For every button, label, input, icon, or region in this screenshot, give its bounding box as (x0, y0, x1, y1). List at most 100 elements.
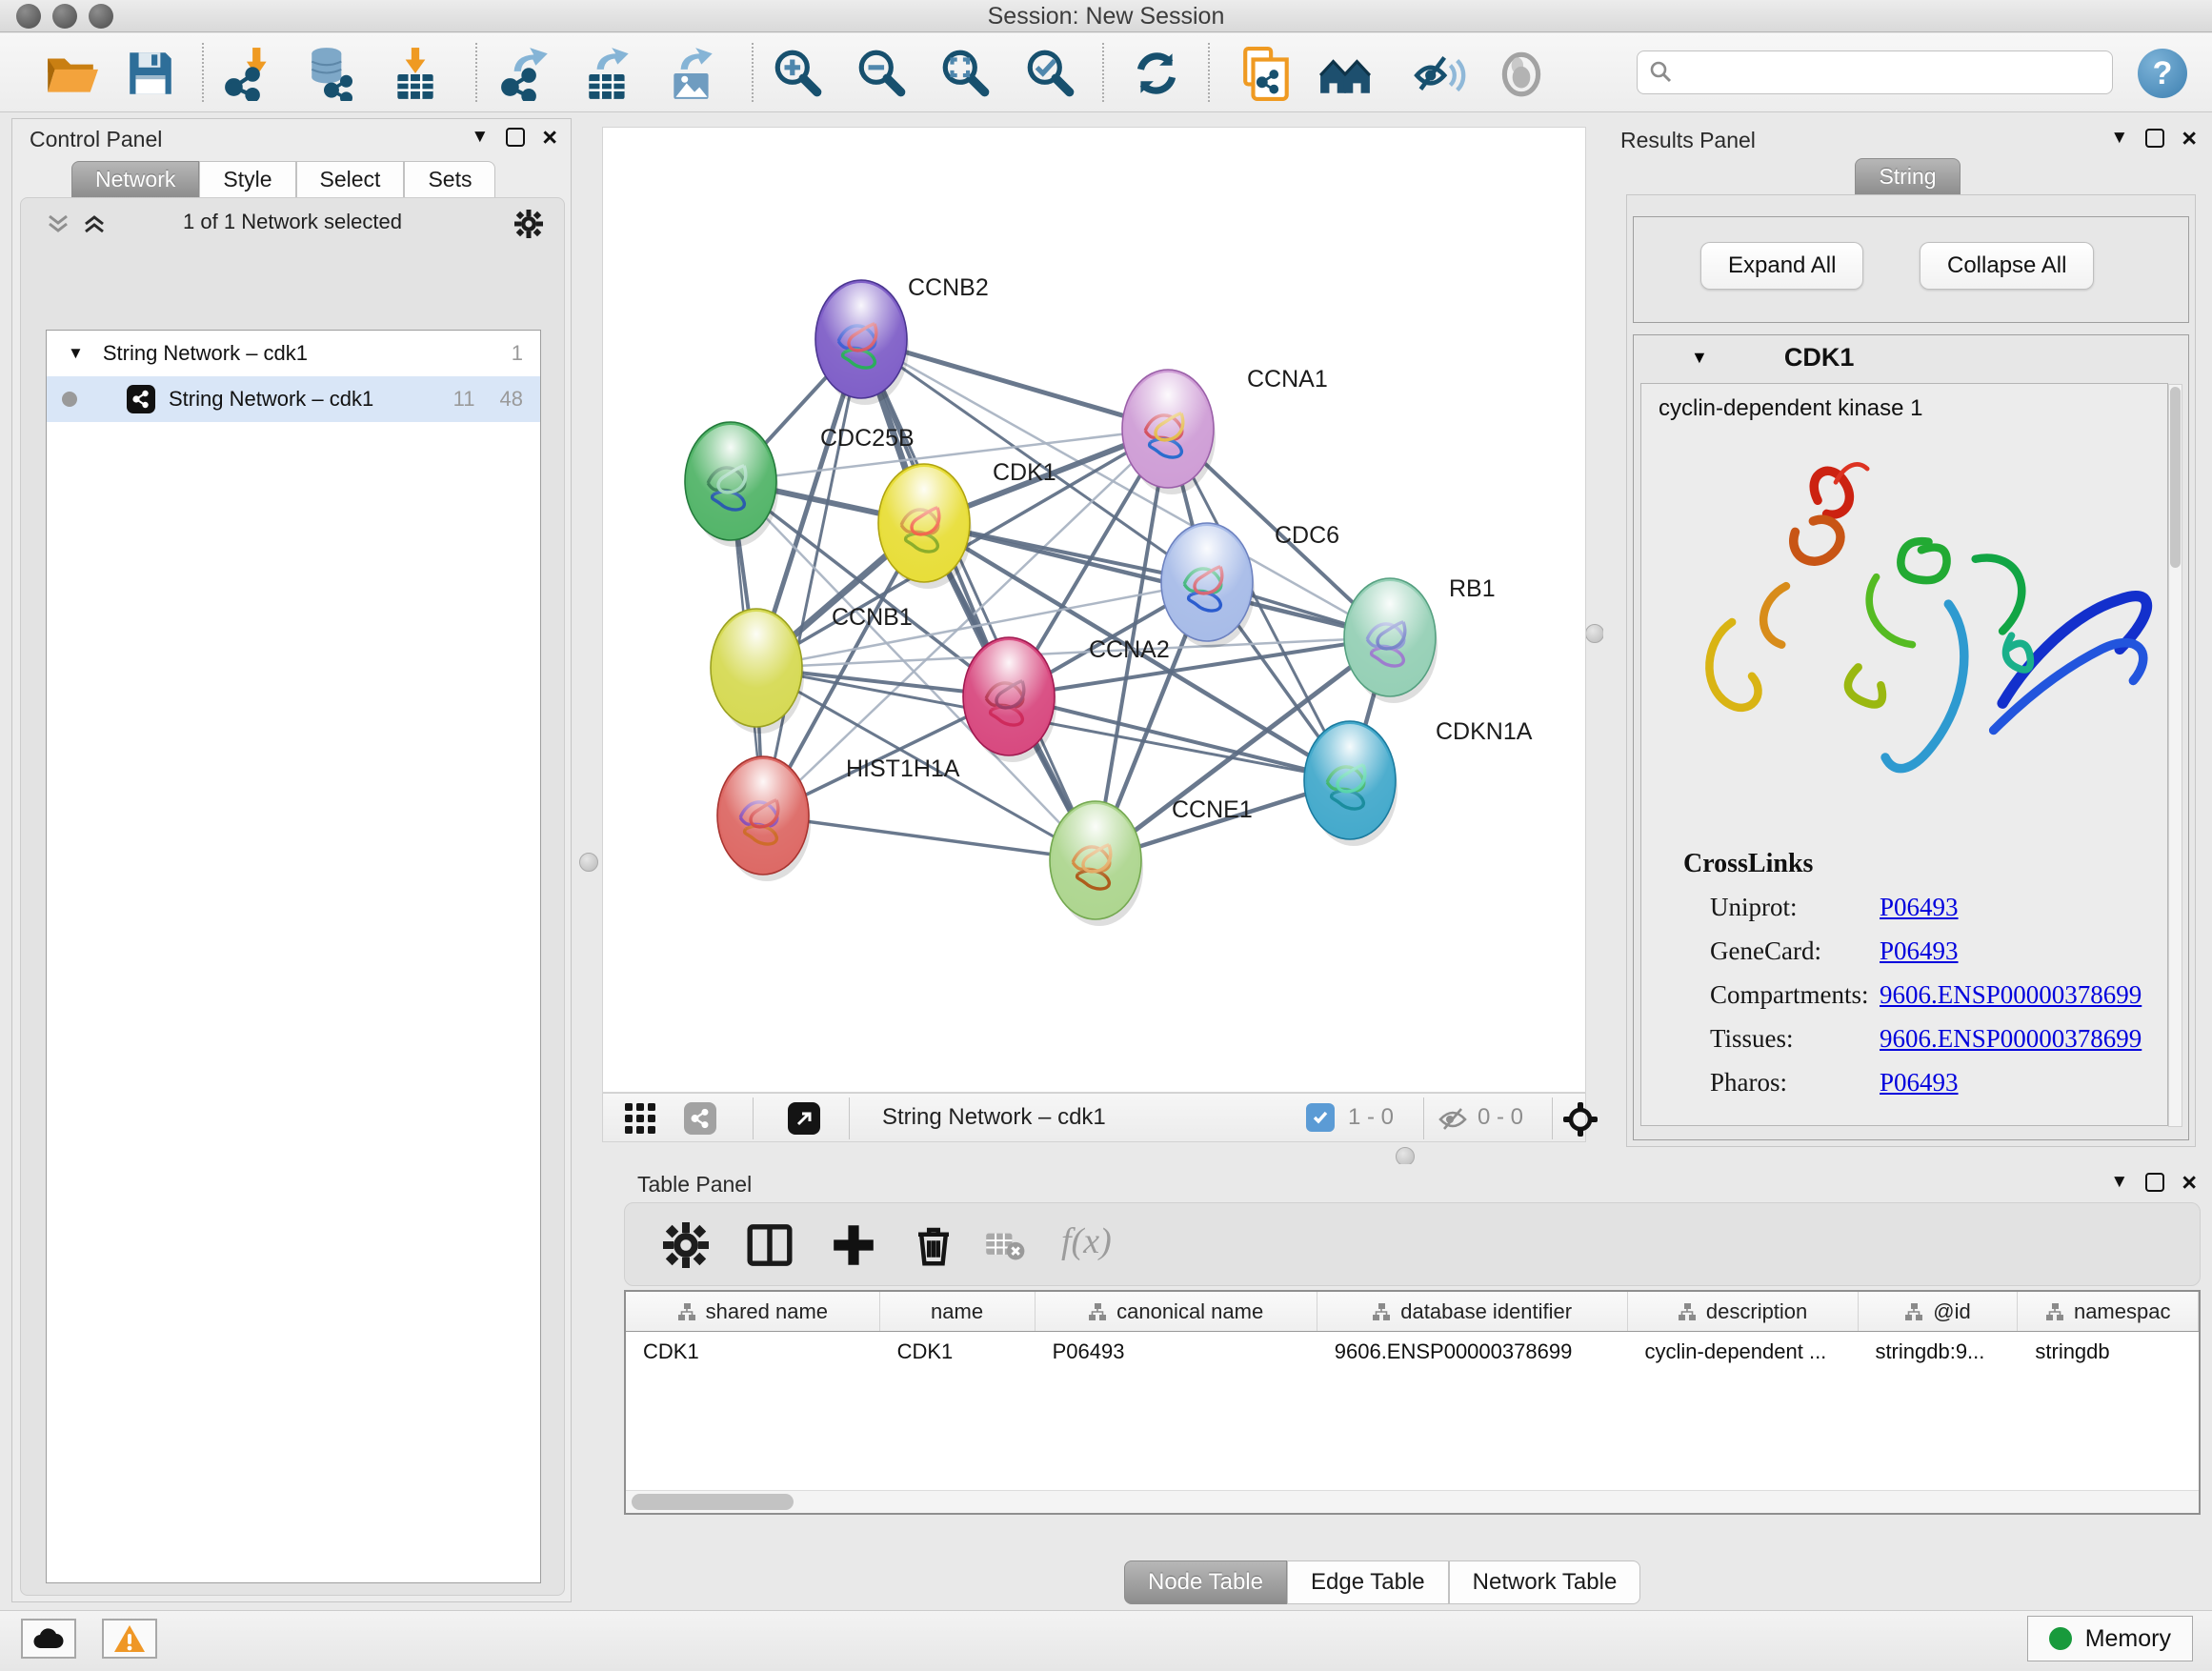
save-session-icon[interactable] (123, 46, 178, 101)
grid-view-icon[interactable] (624, 1102, 656, 1135)
table-gear-icon[interactable] (663, 1222, 709, 1268)
float-panel-icon[interactable]: ▼ (471, 127, 489, 148)
network-row-selected[interactable]: String Network – cdk1 11 48 (47, 376, 540, 422)
gear-icon[interactable] (514, 210, 543, 238)
table-cell: 9606.ENSP00000378699 (1317, 1332, 1628, 1374)
close-panel-icon[interactable]: × (2182, 129, 2197, 148)
titlebar: Session: New Session (0, 0, 2212, 32)
zoom-out-icon[interactable] (855, 46, 910, 101)
float-panel-icon[interactable]: ▼ (2110, 128, 2128, 149)
maximize-panel-icon[interactable] (506, 128, 525, 147)
node-CDK1[interactable]: CDK1 (878, 459, 1056, 589)
column-header-name[interactable]: name (880, 1292, 1036, 1331)
node-CCNA2[interactable]: CCNA2 (963, 636, 1170, 762)
export-image-icon[interactable] (665, 46, 720, 101)
float-panel-icon[interactable]: ▼ (2110, 1172, 2128, 1193)
birdseye-toggle-icon[interactable] (788, 1102, 820, 1135)
tab-sets[interactable]: Sets (404, 161, 495, 198)
crosslink-link-genecard[interactable]: P06493 (1880, 936, 1959, 966)
column-header-databaseidentifier[interactable]: database identifier (1317, 1292, 1628, 1331)
protein-structure-image (1651, 432, 2156, 813)
node-HIST1H1A[interactable]: HIST1H1A (717, 755, 960, 881)
tab-network-table[interactable]: Network Table (1449, 1560, 1641, 1604)
warnings-button[interactable] (102, 1619, 157, 1659)
help-button[interactable]: ? (2138, 49, 2187, 98)
crosslink-link-compartments[interactable]: 9606.ENSP00000378699 (1880, 980, 2142, 1010)
open-session-icon[interactable] (43, 46, 98, 101)
maximize-panel-icon[interactable] (2145, 129, 2164, 148)
node-CCNA1[interactable]: CCNA1 (1122, 366, 1328, 494)
zoom-selected-icon[interactable] (1023, 46, 1078, 101)
node-CDKN1A[interactable]: CDKN1A (1304, 718, 1533, 846)
results-scrollbar-thumb[interactable] (2170, 387, 2181, 568)
import-network-icon[interactable] (222, 46, 277, 101)
tab-select[interactable]: Select (296, 161, 405, 198)
expand-all-icon[interactable] (82, 213, 107, 234)
table-cell: CDK1 (880, 1332, 1036, 1374)
column-header-id[interactable]: @id (1859, 1292, 2019, 1331)
cloud-button[interactable] (21, 1619, 76, 1659)
section-collapse-icon[interactable]: ▼ (1691, 348, 1708, 368)
column-header-canonicalname[interactable]: canonical name (1036, 1292, 1317, 1331)
close-panel-icon[interactable]: × (542, 128, 557, 147)
tab-string[interactable]: String (1855, 158, 1960, 195)
gene-section-header[interactable]: ▼ CDK1 (1634, 335, 2188, 379)
import-network-from-database-icon[interactable] (305, 46, 360, 101)
left-splitter-handle[interactable] (579, 853, 598, 872)
network-type-badge-icon[interactable] (684, 1102, 716, 1135)
tab-network[interactable]: Network (71, 161, 199, 198)
results-scrollbar[interactable] (2168, 384, 2182, 1127)
collapse-all-button[interactable]: Collapse All (1920, 242, 2094, 290)
pan-navigate-icon[interactable] (1563, 1102, 1598, 1137)
table-rows: CDK1CDK1P064939606.ENSP00000378699cyclin… (626, 1332, 2199, 1374)
crosslink-link-tissues[interactable]: 9606.ENSP00000378699 (1880, 1024, 2142, 1054)
network-canvas[interactable]: CCNB2CCNA1CDC25BCDK1CDC6RB1CCNB1CCNA2CDK… (602, 127, 1586, 1093)
search-box[interactable] (1637, 50, 2113, 94)
houses-icon[interactable] (1317, 46, 1373, 101)
add-column-icon[interactable] (831, 1222, 876, 1268)
node-CCNB2[interactable]: CCNB2 (815, 274, 989, 405)
hide-panel-eye-icon[interactable] (1411, 46, 1466, 101)
node-CDC6[interactable]: CDC6 (1161, 522, 1339, 648)
expand-all-button[interactable]: Expand All (1700, 242, 1863, 290)
network-collection-row[interactable]: ▼ String Network – cdk1 1 (47, 331, 540, 376)
tab-node-table[interactable]: Node Table (1124, 1560, 1287, 1604)
column-header-description[interactable]: description (1628, 1292, 1859, 1331)
right-splitter-handle[interactable] (1585, 624, 1604, 643)
network-graph[interactable]: CCNB2CCNA1CDC25BCDK1CDC6RB1CCNB1CCNA2CDK… (603, 128, 1585, 1092)
delete-column-icon[interactable] (911, 1222, 956, 1268)
node-RB1[interactable]: RB1 (1344, 575, 1496, 703)
edge-CCNA1-HIST1H1A[interactable] (763, 429, 1168, 815)
maximize-panel-icon[interactable] (2145, 1173, 2164, 1192)
network-label: String Network – cdk1 (169, 387, 373, 412)
zoom-fit-icon[interactable] (938, 46, 994, 101)
tab-style[interactable]: Style (199, 161, 295, 198)
tab-edge-table[interactable]: Edge Table (1287, 1560, 1449, 1604)
collapse-all-icon[interactable] (46, 213, 70, 234)
clone-network-icon[interactable] (1239, 46, 1295, 101)
table-hscrollbar[interactable] (626, 1490, 2199, 1513)
crosslink-link-pharos[interactable]: P06493 (1880, 1068, 1959, 1097)
import-table-icon[interactable] (388, 46, 443, 101)
zoom-in-icon[interactable] (771, 46, 826, 101)
edge-CCNB2-HIST1H1A[interactable] (763, 339, 861, 815)
show-columns-icon[interactable] (747, 1222, 793, 1268)
column-header-sharedname[interactable]: shared name (626, 1292, 880, 1331)
close-panel-icon[interactable]: × (2182, 1173, 2197, 1192)
table-toolbar: f(x) (624, 1202, 2201, 1286)
refresh-icon[interactable] (1129, 46, 1184, 101)
export-network-icon[interactable] (498, 46, 553, 101)
column-header-namespac[interactable]: namespac (2018, 1292, 2199, 1331)
memory-button[interactable]: Memory (2027, 1616, 2193, 1661)
toolbar-separator (475, 43, 477, 102)
export-table-icon[interactable] (581, 46, 636, 101)
bottom-splitter-handle[interactable] (1396, 1147, 1415, 1166)
table-hscrollbar-thumb[interactable] (632, 1494, 794, 1510)
selected-checkbox-icon[interactable] (1306, 1103, 1335, 1132)
search-input[interactable] (1674, 60, 2093, 85)
tree-expand-icon[interactable]: ▼ (68, 344, 84, 363)
table-row[interactable]: CDK1CDK1P064939606.ENSP00000378699cyclin… (626, 1332, 2199, 1374)
crosslink-link-uniprot[interactable]: P06493 (1880, 893, 1959, 922)
toolbar-separator (202, 43, 204, 102)
edge-HIST1H1A-CCNE1[interactable] (763, 815, 1096, 860)
